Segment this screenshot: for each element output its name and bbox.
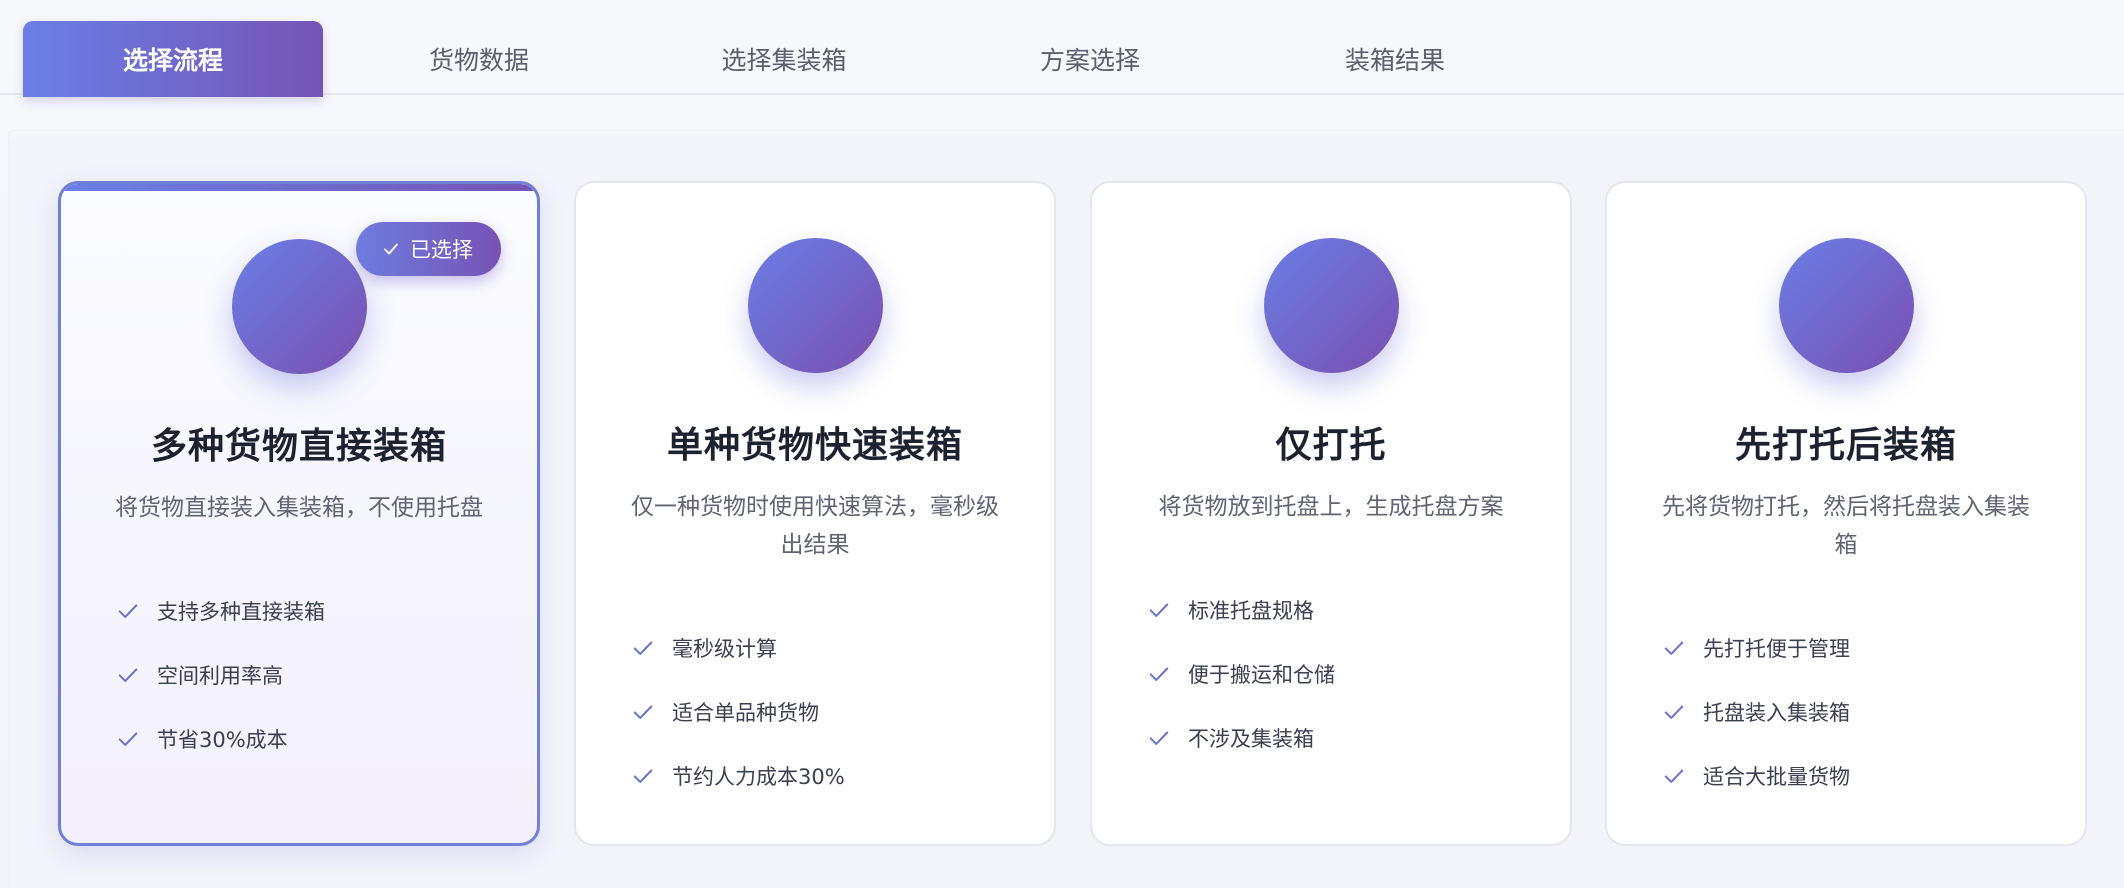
check-icon xyxy=(633,641,653,655)
tab-label: 货物数据 xyxy=(428,46,529,75)
feature-text: 不涉及集装箱 xyxy=(1188,727,1314,751)
feature-item: 不涉及集装箱 xyxy=(1148,706,1540,770)
card-description: 将货物放到托盘上，生成托盘方案 xyxy=(1158,494,1504,520)
circle-icon xyxy=(1264,238,1399,373)
feature-text: 节约人力成本30% xyxy=(672,765,845,789)
option-card-pallet-then-pack[interactable]: 先打托后装箱 先将货物打托，然后将托盘装入集装箱 先打托便于管理 托盘装入集装箱… xyxy=(1605,181,2087,846)
feature-item: 便于搬运和仓储 xyxy=(1148,642,1540,706)
feature-text: 毫秒级计算 xyxy=(672,637,777,661)
feature-list: 支持多种直接装箱 空间利用率高 节省30%成本 xyxy=(117,579,507,771)
circle-icon xyxy=(1779,238,1914,373)
check-icon xyxy=(118,732,138,746)
tab-select-process[interactable]: 选择流程 xyxy=(23,21,323,97)
feature-text: 先打托便于管理 xyxy=(1703,637,1850,661)
feature-text: 托盘装入集装箱 xyxy=(1703,701,1850,725)
selected-badge: 已选择 xyxy=(356,222,501,276)
feature-text: 适合大批量货物 xyxy=(1703,765,1850,789)
feature-text: 节省30%成本 xyxy=(157,728,288,752)
card-description: 将货物直接装入集装箱，不使用托盘 xyxy=(115,495,483,521)
card-description: 仅一种货物时使用快速算法，毫秒级出结果 xyxy=(631,494,999,558)
check-icon xyxy=(1664,769,1684,783)
check-icon xyxy=(633,769,653,783)
check-icon xyxy=(1149,667,1169,681)
tab-label: 装箱结果 xyxy=(1344,46,1445,75)
option-card-pallet-only[interactable]: 仅打托 将货物放到托盘上，生成托盘方案 标准托盘规格 便于搬运和仓储 不涉及集装… xyxy=(1090,181,1572,846)
tab-select-container[interactable]: 选择集装箱 xyxy=(634,21,934,97)
check-icon xyxy=(118,604,138,618)
tab-plan-selection[interactable]: 方案选择 xyxy=(940,21,1240,97)
feature-item: 适合单品种货物 xyxy=(632,680,1024,744)
feature-item: 标准托盘规格 xyxy=(1148,578,1540,642)
check-icon xyxy=(384,243,398,255)
tab-cargo-data[interactable]: 货物数据 xyxy=(329,21,629,97)
feature-item: 节省30%成本 xyxy=(117,707,507,771)
feature-item: 先打托便于管理 xyxy=(1663,616,2055,680)
option-card-multi-cargo-direct[interactable]: 已选择 多种货物直接装箱 将货物直接装入集装箱，不使用托盘 支持多种直接装箱 空… xyxy=(58,181,540,846)
feature-text: 标准托盘规格 xyxy=(1188,599,1314,623)
check-icon xyxy=(1664,705,1684,719)
tab-packing-result[interactable]: 装箱结果 xyxy=(1245,21,1545,97)
tab-bar: 选择流程 货物数据 选择集装箱 方案选择 装箱结果 xyxy=(0,0,2124,97)
tab-label: 选择流程 xyxy=(122,46,223,75)
feature-item: 托盘装入集装箱 xyxy=(1663,680,2055,744)
feature-list: 先打托便于管理 托盘装入集装箱 适合大批量货物 xyxy=(1663,616,2055,808)
feature-item: 空间利用率高 xyxy=(117,643,507,707)
card-title: 多种货物直接装箱 xyxy=(150,426,447,467)
feature-list: 标准托盘规格 便于搬运和仓储 不涉及集装箱 xyxy=(1148,578,1540,770)
check-icon xyxy=(633,705,653,719)
feature-item: 支持多种直接装箱 xyxy=(117,579,507,643)
tab-label: 方案选择 xyxy=(1039,46,1140,75)
tab-label: 选择集装箱 xyxy=(721,46,847,75)
check-icon xyxy=(1664,641,1684,655)
feature-item: 节约人力成本30% xyxy=(632,744,1024,808)
feature-item: 适合大批量货物 xyxy=(1663,744,2055,808)
card-title: 单种货物快速装箱 xyxy=(666,425,963,466)
card-title: 先打托后装箱 xyxy=(1734,425,1957,466)
page: 选择流程 货物数据 选择集装箱 方案选择 装箱结果 已选择 多种货物直接装箱 将… xyxy=(0,0,2124,888)
feature-text: 适合单品种货物 xyxy=(672,701,819,725)
option-card-single-cargo-fast[interactable]: 单种货物快速装箱 仅一种货物时使用快速算法，毫秒级出结果 毫秒级计算 适合单品种… xyxy=(574,181,1056,846)
check-icon xyxy=(1149,731,1169,745)
check-icon xyxy=(1149,603,1169,617)
feature-list: 毫秒级计算 适合单品种货物 节约人力成本30% xyxy=(632,616,1024,808)
feature-text: 支持多种直接装箱 xyxy=(157,600,325,624)
check-icon xyxy=(118,668,138,682)
circle-icon xyxy=(748,238,883,373)
card-description: 先将货物打托，然后将托盘装入集装箱 xyxy=(1662,494,2030,558)
selected-badge-label: 已选择 xyxy=(410,238,473,262)
card-title: 仅打托 xyxy=(1275,425,1387,466)
feature-text: 空间利用率高 xyxy=(157,664,283,688)
feature-text: 便于搬运和仓储 xyxy=(1188,663,1335,687)
feature-item: 毫秒级计算 xyxy=(632,616,1024,680)
circle-icon xyxy=(232,239,367,374)
